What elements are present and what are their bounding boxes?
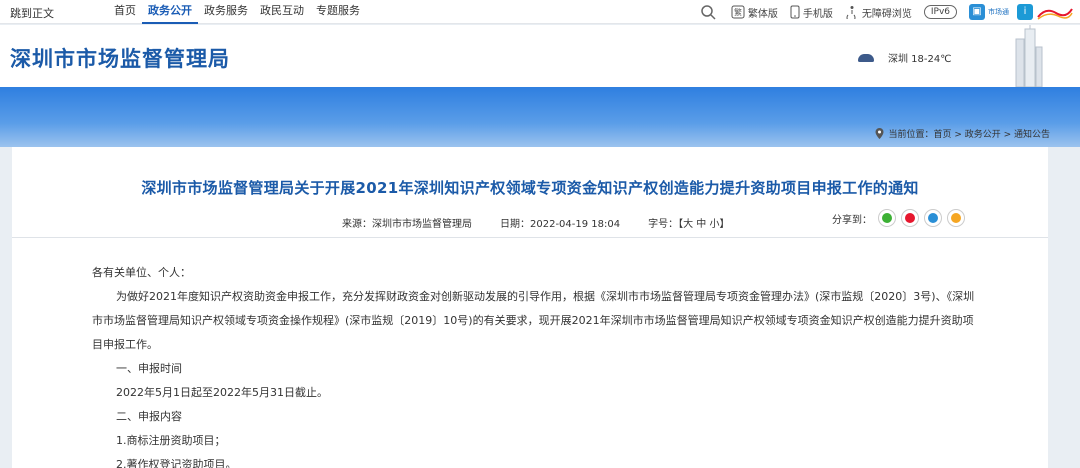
wechat-icon xyxy=(882,213,892,223)
share-qq-button[interactable] xyxy=(924,209,942,227)
nav-gov-service[interactable]: 政务服务 xyxy=(198,0,254,24)
weather-widget: 深圳 18-24℃ xyxy=(858,50,951,65)
share-wechat-button[interactable] xyxy=(878,209,896,227)
traditional-icon: 繁 xyxy=(731,5,745,19)
paragraph: 各有关单位、个人： xyxy=(92,266,191,279)
divider xyxy=(12,237,1048,238)
article-body: 各有关单位、个人： 为做好2021年度知识产权资助资金申报工作，充分发挥财政资金… xyxy=(92,261,992,468)
weibo-icon xyxy=(905,213,915,223)
paragraph: 一、申报时间 xyxy=(116,362,182,375)
traditional-label: 繁体版 xyxy=(747,8,778,20)
accessibility-label: 无障碍浏览 xyxy=(861,8,912,20)
svg-text:繁: 繁 xyxy=(734,7,742,17)
i-shenzhen-icon[interactable]: i xyxy=(1017,4,1033,20)
building-illustration xyxy=(1015,25,1043,87)
article-card: 深圳市市场监督管理局关于开展2021年深圳知识产权领域专项资金知识产权创造能力提… xyxy=(12,147,1048,468)
paragraph: 1.商标注册资助项目； xyxy=(116,434,226,447)
nav-interaction[interactable]: 政民互动 xyxy=(254,0,310,24)
paragraph: 目申报工作。 xyxy=(92,338,158,351)
paragraph: 二、申报内容 xyxy=(116,410,182,423)
skip-to-content-link[interactable]: 跳到正文 xyxy=(10,5,54,21)
accessibility-button[interactable]: 无障碍浏览 xyxy=(845,5,912,20)
weather-text: 深圳 18-24℃ xyxy=(888,54,952,65)
breadcrumb: 当前位置：首页 > 政务公开 > 通知公告 xyxy=(875,127,1050,140)
paragraph: 2.著作权登记资助项目。 xyxy=(116,458,237,468)
article-meta: 来源：深圳市市场监督管理局 日期：2022-04-19 18:04 字号：【大 … xyxy=(342,215,757,230)
location-pin-icon xyxy=(875,128,884,139)
breadcrumb-text: 当前位置：首页 > 政务公开 > 通知公告 xyxy=(888,130,1050,140)
market-app-label: 市场通 xyxy=(988,8,1009,16)
nav-home[interactable]: 首页 xyxy=(108,0,142,24)
share-weibo-button[interactable] xyxy=(901,209,919,227)
site-title[interactable]: 深圳市市场监督管理局 xyxy=(10,43,230,73)
accessibility-icon xyxy=(846,6,856,19)
search-button[interactable] xyxy=(700,4,719,20)
nav-topics[interactable]: 专题服务 xyxy=(310,0,366,24)
mobile-icon xyxy=(790,5,800,19)
font-size-control[interactable]: 字号：【大 中 小】 xyxy=(648,215,729,230)
star-icon xyxy=(951,213,961,223)
nav-gov-info[interactable]: 政务公开 xyxy=(142,0,198,24)
share-label: 分享到： xyxy=(832,214,872,226)
top-nav: 首页 政务公开 政务服务 政民互动 专题服务 xyxy=(108,0,366,24)
cloud-icon xyxy=(858,53,874,62)
top-bar: 跳到正文 首页 政务公开 政务服务 政民互动 专题服务 繁 繁体版 手机版 无障… xyxy=(0,0,1080,24)
qq-icon xyxy=(928,213,938,223)
article-source: 来源：深圳市市场监督管理局 xyxy=(342,219,472,230)
article-title: 深圳市市场监督管理局关于开展2021年深圳知识产权领域专项资金知识产权创造能力提… xyxy=(141,179,919,197)
paragraph: 2022年5月1日起至2022年5月31日截止。 xyxy=(116,386,328,399)
site-header: 深圳市市场监督管理局 深圳 18-24℃ xyxy=(0,25,1080,87)
paragraph: 市市场监督管理局知识产权领域专项资金操作规程》(深市监规〔2019〕10号)的有… xyxy=(92,314,974,327)
search-icon xyxy=(701,5,716,20)
toolbar: 繁 繁体版 手机版 无障碍浏览 IPv6 ▣ 市场通 i xyxy=(700,0,1080,24)
article-date: 日期：2022-04-19 18:04 xyxy=(500,219,621,230)
mobile-version-button[interactable]: 手机版 xyxy=(790,5,833,20)
shenzhen-logo xyxy=(1036,3,1074,21)
share-favorite-button[interactable] xyxy=(947,209,965,227)
ipv6-badge: IPv6 xyxy=(923,5,957,19)
mobile-label: 手机版 xyxy=(802,8,833,20)
paragraph: 为做好2021年度知识产权资助资金申报工作，充分发挥财政资金对创新驱动发展的引导… xyxy=(116,290,975,303)
market-app-icon[interactable]: ▣ xyxy=(969,4,985,20)
traditional-chinese-button[interactable]: 繁 繁体版 xyxy=(731,5,778,20)
share-bar: 分享到： xyxy=(832,209,970,227)
